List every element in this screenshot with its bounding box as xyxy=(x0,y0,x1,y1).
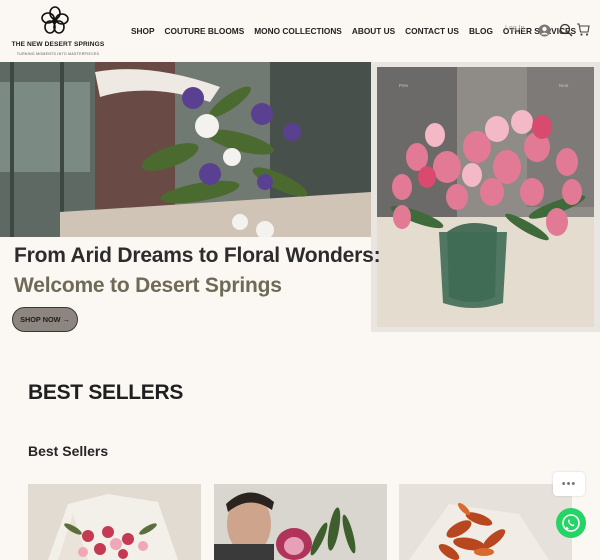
section-subtitle-best-sellers: Best Sellers xyxy=(28,443,109,459)
nav-item-blog[interactable]: BLOG xyxy=(469,26,493,36)
brand-tagline: TURNING MOMENTS INTO MASTERPIECES xyxy=(16,52,100,56)
hero-image-florist xyxy=(0,62,371,237)
carousel-slide: Prev Next xyxy=(377,67,594,327)
product-card[interactable] xyxy=(399,484,572,560)
cart-icon[interactable] xyxy=(576,22,590,37)
search-icon[interactable] xyxy=(559,23,573,37)
user-avatar-icon[interactable] xyxy=(538,24,551,37)
product-image-orange-dried-bouquet xyxy=(399,484,572,560)
florist-arranging-photo xyxy=(0,62,371,237)
product-card[interactable] xyxy=(214,484,387,560)
shop-now-button[interactable]: SHOP NOW → xyxy=(12,307,78,332)
nav-item-couture-blooms[interactable]: COUTURE BLOOMS xyxy=(165,26,245,36)
nav-item-about-us[interactable]: ABOUT US xyxy=(352,26,395,36)
more-options-button[interactable]: ••• xyxy=(553,472,585,496)
hero-headline: From Arid Dreams to Floral Wonders: xyxy=(14,244,381,267)
whatsapp-chat-button[interactable] xyxy=(556,508,586,538)
hero-carousel: Prev Next xyxy=(371,62,600,332)
site-header: THE NEW DESERT SPRINGS TURNING MOMENTS I… xyxy=(0,0,600,62)
product-card[interactable] xyxy=(28,484,201,560)
nav-item-contact-us[interactable]: CONTACT US xyxy=(405,26,459,36)
brand-logo[interactable]: THE NEW DESERT SPRINGS TURNING MOMENTS I… xyxy=(8,6,104,58)
product-image-pink-rose-bouquet xyxy=(28,484,201,560)
section-title-best-sellers: BEST SELLERS xyxy=(28,381,184,404)
hero-subheadline: Welcome to Desert Springs xyxy=(14,274,282,297)
hibiscus-logo-icon xyxy=(41,6,69,34)
nav-item-shop[interactable]: SHOP xyxy=(131,26,155,36)
product-image-protea-man xyxy=(214,484,387,560)
pink-tulip-vase-photo xyxy=(377,67,594,327)
nav-item-mono-collections[interactable]: MONO COLLECTIONS xyxy=(254,26,342,36)
login-link[interactable]: Log In xyxy=(505,25,524,32)
brand-name: THE NEW DESERT SPRINGS xyxy=(11,41,105,48)
carousel-prev[interactable]: Prev xyxy=(399,83,408,88)
whatsapp-icon xyxy=(562,514,580,532)
carousel-next[interactable]: Next xyxy=(559,83,568,88)
